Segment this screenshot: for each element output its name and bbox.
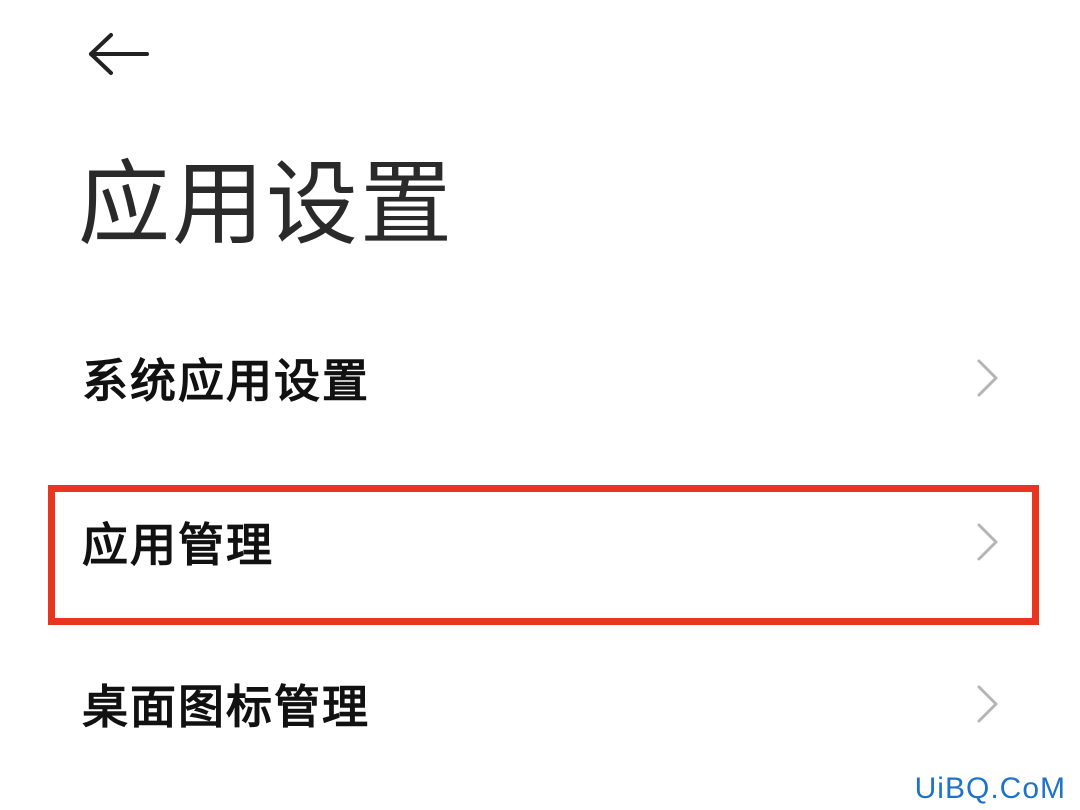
menu-item-label: 系统应用设置 <box>82 354 370 408</box>
settings-screen: 应用设置 系统应用设置 应用管理 桌面图标管理 UiBQ.CoM <box>0 0 1080 810</box>
chevron-right-icon <box>976 358 1000 398</box>
watermark: UiBQ.CoM <box>914 772 1066 805</box>
menu-item-app-management[interactable]: 应用管理 <box>0 482 1080 602</box>
chevron-right-icon <box>976 684 1000 724</box>
menu-item-label: 应用管理 <box>82 518 274 572</box>
menu-item-label: 桌面图标管理 <box>82 680 370 734</box>
menu-item-system-app-settings[interactable]: 系统应用设置 <box>0 318 1080 438</box>
back-button[interactable] <box>80 22 156 86</box>
page-title: 应用设置 <box>78 151 455 258</box>
arrow-left-icon <box>89 33 149 75</box>
chevron-right-icon <box>976 522 1000 562</box>
menu-item-desktop-icon-management[interactable]: 桌面图标管理 <box>0 644 1080 764</box>
